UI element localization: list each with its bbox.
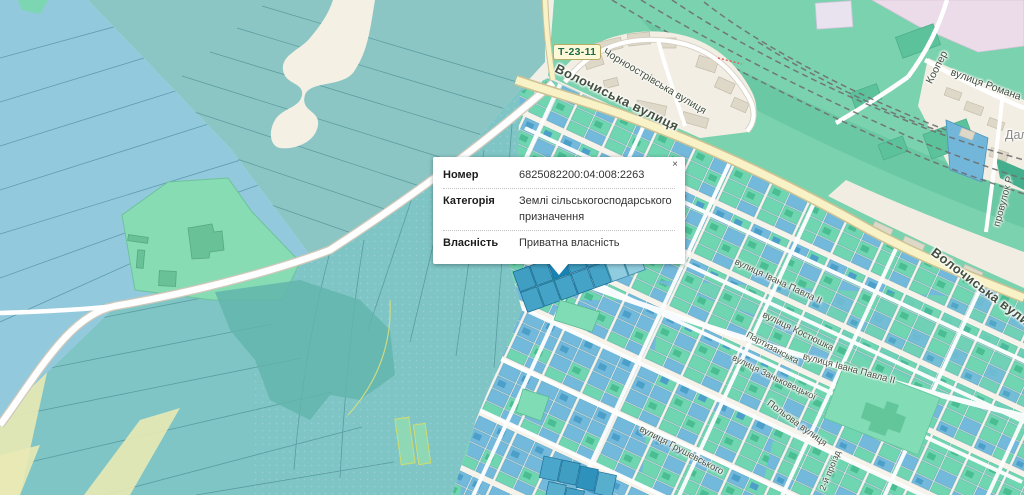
popup-value: Землі сільськогосподарського призначення — [519, 193, 675, 226]
parcel-info-popup: × Номер 6825082200:04:008:2263 Категорія… — [433, 157, 685, 264]
popup-label: Номер — [443, 167, 519, 184]
popup-value: Приватна власність — [519, 235, 675, 252]
popup-value: 6825082200:04:008:2263 — [519, 167, 675, 184]
popup-row-category: Категорія Землі сільськогосподарського п… — [443, 188, 675, 230]
popup-pointer — [549, 263, 569, 275]
popup-row-ownership: Власність Приватна власність — [443, 230, 675, 256]
popup-label: Власність — [443, 235, 519, 252]
road-badge: Т-23-11 — [553, 44, 601, 60]
popup-label: Категорія — [443, 193, 519, 226]
popup-row-number: Номер 6825082200:04:008:2263 — [443, 163, 675, 188]
close-icon[interactable]: × — [672, 160, 678, 170]
map-canvas[interactable]: Чорноострівська вулицяВолочиська вулицяВ… — [0, 0, 1024, 495]
